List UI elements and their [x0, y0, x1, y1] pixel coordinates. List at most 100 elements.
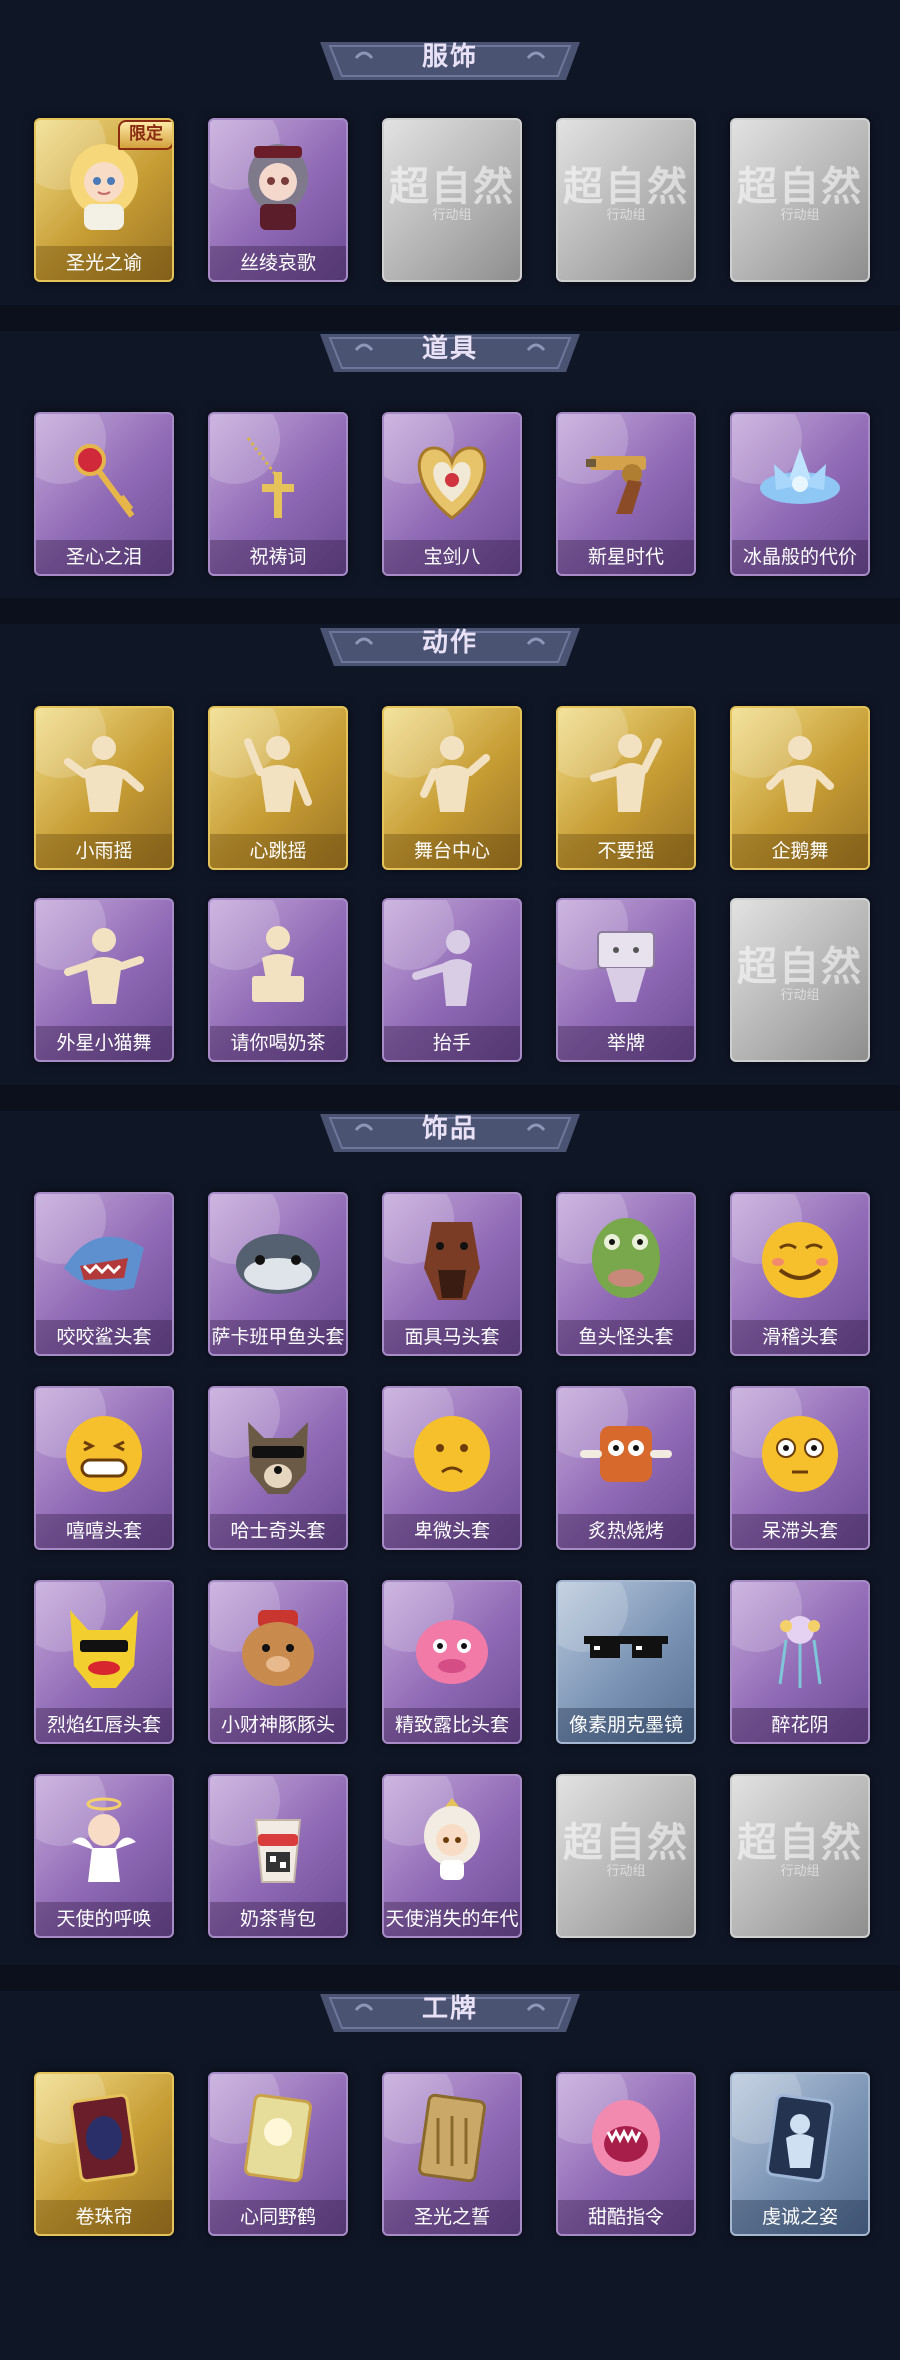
item-label: 不要摇 — [558, 834, 694, 868]
item-label: 圣光之誓 — [384, 2200, 520, 2234]
placeholder-sub: 行动组 — [606, 208, 646, 223]
dance-pose-icon — [64, 928, 144, 1004]
badge-card-icon — [69, 2093, 139, 2183]
section-banner-costume: 服饰 — [320, 34, 580, 80]
item-card[interactable]: 圣心之泪 — [34, 412, 174, 576]
item-card[interactable]: 冰晶般的代价 — [730, 412, 870, 576]
item-card[interactable]: 圣光之誓 — [382, 2072, 522, 2236]
fish-monster-head-icon — [592, 1218, 660, 1298]
item-label: 圣心之泪 — [36, 540, 172, 574]
grin-head-icon — [66, 1416, 142, 1492]
item-card[interactable]: 抬手 — [382, 898, 522, 1062]
item-label: 丝绫哀歌 — [210, 246, 346, 280]
section-banner-actions: 动作 — [320, 620, 580, 666]
item-label: 虔诚之姿 — [732, 2200, 868, 2234]
section-title: 服饰 — [421, 42, 478, 72]
angel-icon — [72, 1797, 136, 1882]
item-card[interactable]: 心同野鹤 — [208, 2072, 348, 2236]
item-card[interactable]: 精致露比头套 — [382, 1580, 522, 1744]
red-lips-head-icon — [70, 1610, 138, 1688]
item-label: 心同野鹤 — [210, 2200, 346, 2234]
angel-girl-icon — [424, 1798, 480, 1880]
item-card[interactable]: 宝剑八 — [382, 412, 522, 576]
item-label: 醉花阴 — [732, 1708, 868, 1742]
item-label: 举牌 — [558, 1026, 694, 1060]
placeholder-sub: 行动组 — [780, 988, 820, 1003]
item-card[interactable]: 奶茶背包 — [208, 1774, 348, 1938]
item-card[interactable]: 虔诚之姿 — [730, 2072, 870, 2236]
item-label: 卷珠帘 — [36, 2200, 172, 2234]
item-card[interactable]: 企鹅舞 — [730, 706, 870, 870]
item-card[interactable]: 萨卡班甲鱼头套 — [208, 1192, 348, 1356]
dazed-head-icon — [762, 1416, 838, 1492]
item-card[interactable]: 像素朋克墨镜 — [556, 1580, 696, 1744]
section-title: 饰品 — [421, 1114, 478, 1144]
item-card[interactable]: 甜酷指令 — [556, 2072, 696, 2236]
item-card[interactable]: 舞台中心 — [382, 706, 522, 870]
section-banner-props: 道具 — [320, 326, 580, 372]
item-card[interactable]: 请你喝奶茶 — [208, 898, 348, 1062]
placeholder-card: 超自然 行动组 — [730, 898, 870, 1062]
item-label: 外星小猫舞 — [36, 1026, 172, 1060]
cross-pendant-icon — [246, 437, 294, 518]
dance-pose-icon — [420, 736, 490, 812]
section-title: 工牌 — [421, 1994, 478, 2024]
item-card[interactable]: 小雨摇 — [34, 706, 174, 870]
item-card[interactable]: 鱼头怪头套 — [556, 1192, 696, 1356]
item-label: 天使消失的年代 — [384, 1902, 520, 1936]
item-label: 新星时代 — [558, 540, 694, 574]
item-card[interactable]: 哈士奇头套 — [208, 1386, 348, 1550]
item-card[interactable]: 心跳摇 — [208, 706, 348, 870]
humble-head-icon — [414, 1416, 490, 1492]
sign-board-icon — [597, 931, 655, 1002]
item-card[interactable]: 丝绫哀歌 — [208, 118, 348, 282]
item-card[interactable]: 祝祷词 — [208, 412, 348, 576]
item-card[interactable]: 咬咬鲨头套 — [34, 1192, 174, 1356]
item-label: 滑稽头套 — [732, 1320, 868, 1354]
item-label: 请你喝奶茶 — [210, 1026, 346, 1060]
item-card[interactable]: 烈焰红唇头套 — [34, 1580, 174, 1744]
item-card[interactable]: 外星小猫舞 — [34, 898, 174, 1062]
placeholder-sub: 行动组 — [606, 1864, 646, 1879]
item-card[interactable]: 嘻嘻头套 — [34, 1386, 174, 1550]
item-label: 冰晶般的代价 — [732, 540, 868, 574]
placeholder-card: 超自然 行动组 — [730, 1774, 870, 1938]
fish-head-icon — [236, 1234, 320, 1294]
limited-badge: 限定 — [118, 120, 172, 150]
dance-pose-icon — [590, 734, 662, 812]
husky-head-icon — [248, 1422, 308, 1494]
item-card[interactable]: 面具马头套 — [382, 1192, 522, 1356]
section-title: 动作 — [421, 628, 478, 658]
item-card[interactable]: 醉花阴 — [730, 1580, 870, 1744]
item-card[interactable]: 天使的呼唤 — [34, 1774, 174, 1938]
item-card[interactable]: 小财神豚豚头 — [208, 1580, 348, 1744]
badge-card-icon — [243, 2093, 313, 2183]
item-card[interactable]: 炙热烧烤 — [556, 1386, 696, 1550]
badge-card-icon — [765, 2093, 835, 2183]
item-card[interactable]: 卷珠帘 — [34, 2072, 174, 2236]
ruby-head-icon — [416, 1620, 488, 1684]
item-label: 呆滞头套 — [732, 1514, 868, 1548]
item-card[interactable]: 新星时代 — [556, 412, 696, 576]
item-card[interactable]: 不要摇 — [556, 706, 696, 870]
placeholder-card: 超自然 行动组 — [382, 118, 522, 282]
heart-icon — [417, 446, 487, 520]
item-card[interactable]: 呆滞头套 — [730, 1386, 870, 1550]
milk-tea-bag-icon — [254, 1819, 302, 1883]
item-card[interactable]: 滑稽头套 — [730, 1192, 870, 1356]
item-label: 面具马头套 — [384, 1320, 520, 1354]
item-label: 炙热烧烤 — [558, 1514, 694, 1548]
badge-card-icon — [417, 2093, 487, 2183]
section-banner-accessories: 饰品 — [320, 1106, 580, 1152]
item-card[interactable]: 举牌 — [556, 898, 696, 1062]
placeholder-sub: 行动组 — [432, 208, 472, 223]
item-card[interactable]: 卑微头套 — [382, 1386, 522, 1550]
item-label: 卑微头套 — [384, 1514, 520, 1548]
item-card[interactable]: 天使消失的年代 — [382, 1774, 522, 1938]
item-label: 奶茶背包 — [210, 1902, 346, 1936]
item-label: 祝祷词 — [210, 540, 346, 574]
dance-pose-icon — [252, 926, 304, 1002]
item-label: 圣光之谕 — [36, 246, 172, 280]
item-card[interactable]: 限定 圣光之谕 — [34, 118, 174, 282]
ice-lotus-icon — [760, 448, 840, 504]
